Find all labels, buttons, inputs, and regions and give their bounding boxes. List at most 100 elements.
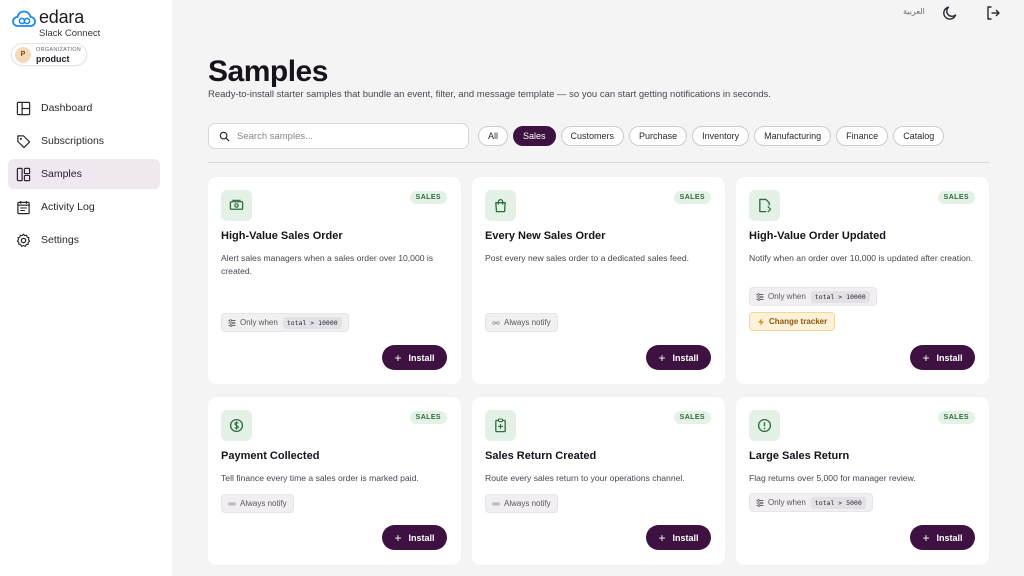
page-title: Samples xyxy=(208,55,328,88)
document-edit-icon xyxy=(749,190,780,221)
alert-circle-icon xyxy=(749,410,780,441)
search-icon xyxy=(219,131,230,142)
sidebar-item-activity-log[interactable]: Activity Log xyxy=(8,192,160,222)
samples-icon xyxy=(16,167,31,182)
sidebar-item-samples[interactable]: Samples xyxy=(8,159,160,189)
sidebar-item-label: Activity Log xyxy=(41,201,95,213)
infinity-icon xyxy=(492,501,500,506)
install-label: Install xyxy=(936,352,963,363)
filter-chip-all[interactable]: All xyxy=(478,126,509,146)
org-name: product xyxy=(36,53,70,64)
sample-card: SALES High-Value Order Updated Notify wh… xyxy=(736,177,989,384)
change-tracker-pill: Change tracker xyxy=(749,312,836,331)
condition-code: total > 10000 xyxy=(282,316,342,329)
filter-chip-sales[interactable]: Sales xyxy=(513,126,556,146)
cloud-logo-icon xyxy=(12,10,36,27)
filter-chip-customers[interactable]: Customers xyxy=(560,126,625,146)
card-description: Tell finance every time a sales order is… xyxy=(221,473,419,483)
filter-chip-finance[interactable]: Finance xyxy=(836,126,889,146)
plus-icon: + xyxy=(658,350,666,365)
change-tracker-label: Change tracker xyxy=(769,317,828,326)
install-button[interactable]: + Install xyxy=(910,345,975,370)
calendar-icon xyxy=(16,200,31,215)
condition-label: Always notify xyxy=(240,499,287,508)
card-title: Every New Sales Order xyxy=(485,230,606,242)
condition-code: total > 5000 xyxy=(810,496,866,509)
sidebar-nav: Dashboard Subscriptions Samples Activity… xyxy=(8,93,160,258)
install-button[interactable]: + Install xyxy=(382,345,447,370)
filter-chip-inventory[interactable]: Inventory xyxy=(692,126,750,146)
divider xyxy=(208,162,989,163)
filter-chip-purchase[interactable]: Purchase xyxy=(629,126,688,146)
lightning-icon xyxy=(758,317,764,326)
sidebar-item-label: Dashboard xyxy=(41,102,93,114)
filter-chip-manufacturing[interactable]: Manufacturing xyxy=(754,126,832,146)
condition-label: Only when xyxy=(768,498,806,507)
page-subtitle: Ready-to-install starter samples that bu… xyxy=(208,89,771,100)
sidebar: edara Slack Connect P ORGANIZATION produ… xyxy=(0,0,172,576)
search-input[interactable] xyxy=(237,130,447,142)
dollar-circle-icon xyxy=(221,410,252,441)
install-label: Install xyxy=(672,532,699,543)
moon-icon[interactable] xyxy=(942,5,958,21)
brand[interactable]: edara Slack Connect xyxy=(12,8,100,39)
card-description: Alert sales managers when a sales order … xyxy=(221,253,434,276)
sidebar-item-dashboard[interactable]: Dashboard xyxy=(8,93,160,123)
filter-icon xyxy=(756,292,764,301)
install-label: Install xyxy=(408,532,435,543)
brand-subtitle: Slack Connect xyxy=(39,28,101,39)
category-badge: SALES xyxy=(673,411,711,424)
plus-icon: + xyxy=(394,350,402,365)
gear-icon xyxy=(16,233,31,248)
card-description: Route every sales return to your operati… xyxy=(485,473,685,483)
condition-pill: Only when total > 10000 xyxy=(221,313,349,332)
sidebar-item-label: Subscriptions xyxy=(41,135,105,147)
condition-label: Always notify xyxy=(504,499,551,508)
condition-label: Only when xyxy=(240,318,278,327)
card-title: Sales Return Created xyxy=(485,450,597,462)
card-description: Flag returns over 5,000 for manager revi… xyxy=(749,473,916,483)
filter-chip-catalog[interactable]: Catalog xyxy=(893,126,945,146)
shopping-bag-icon xyxy=(485,190,516,221)
condition-pill: Always notify xyxy=(485,313,558,332)
sidebar-item-subscriptions[interactable]: Subscriptions xyxy=(8,126,160,156)
sidebar-item-settings[interactable]: Settings xyxy=(8,225,160,255)
logout-icon[interactable] xyxy=(985,5,1001,21)
condition-pill: Always notify xyxy=(221,494,294,513)
install-button[interactable]: + Install xyxy=(646,345,711,370)
tag-icon xyxy=(16,134,31,149)
condition-label: Always notify xyxy=(504,318,551,327)
sample-card: SALES Every New Sales Order Post every n… xyxy=(472,177,725,384)
infinity-icon xyxy=(492,320,500,325)
search-box[interactable] xyxy=(208,123,469,149)
condition-pill: Always notify xyxy=(485,494,558,513)
category-badge: SALES xyxy=(937,191,975,204)
sample-card: SALES Sales Return Created Route every s… xyxy=(472,397,725,565)
sample-card: SALES Payment Collected Tell finance eve… xyxy=(208,397,461,565)
card-title: High-Value Sales Order xyxy=(221,230,343,242)
condition-code: total > 10000 xyxy=(810,290,870,303)
filter-chips: All Sales Customers Purchase Inventory M… xyxy=(478,126,949,146)
infinity-icon xyxy=(228,501,236,506)
card-description: Notify when an order over 10,000 is upda… xyxy=(749,253,974,263)
card-title: Payment Collected xyxy=(221,450,320,462)
install-button[interactable]: + Install xyxy=(646,525,711,550)
install-button[interactable]: + Install xyxy=(910,525,975,550)
category-badge: SALES xyxy=(937,411,975,424)
condition-pill: Only when total > 10000 xyxy=(749,287,877,306)
organization-switcher[interactable]: P ORGANIZATION product xyxy=(11,43,87,66)
install-label: Install xyxy=(408,352,435,363)
filter-icon xyxy=(228,318,236,327)
card-title: Large Sales Return xyxy=(749,450,850,462)
card-description: Post every new sales order to a dedicate… xyxy=(485,253,689,263)
plus-icon: + xyxy=(394,530,402,545)
sample-card: SALES Large Sales Return Flag returns ov… xyxy=(736,397,989,565)
language-toggle[interactable]: العربية xyxy=(903,7,925,16)
category-badge: SALES xyxy=(409,191,447,204)
install-label: Install xyxy=(672,352,699,363)
clipboard-plus-icon xyxy=(485,410,516,441)
money-icon xyxy=(221,190,252,221)
card-title: High-Value Order Updated xyxy=(749,230,886,242)
install-button[interactable]: + Install xyxy=(382,525,447,550)
plus-icon: + xyxy=(658,530,666,545)
